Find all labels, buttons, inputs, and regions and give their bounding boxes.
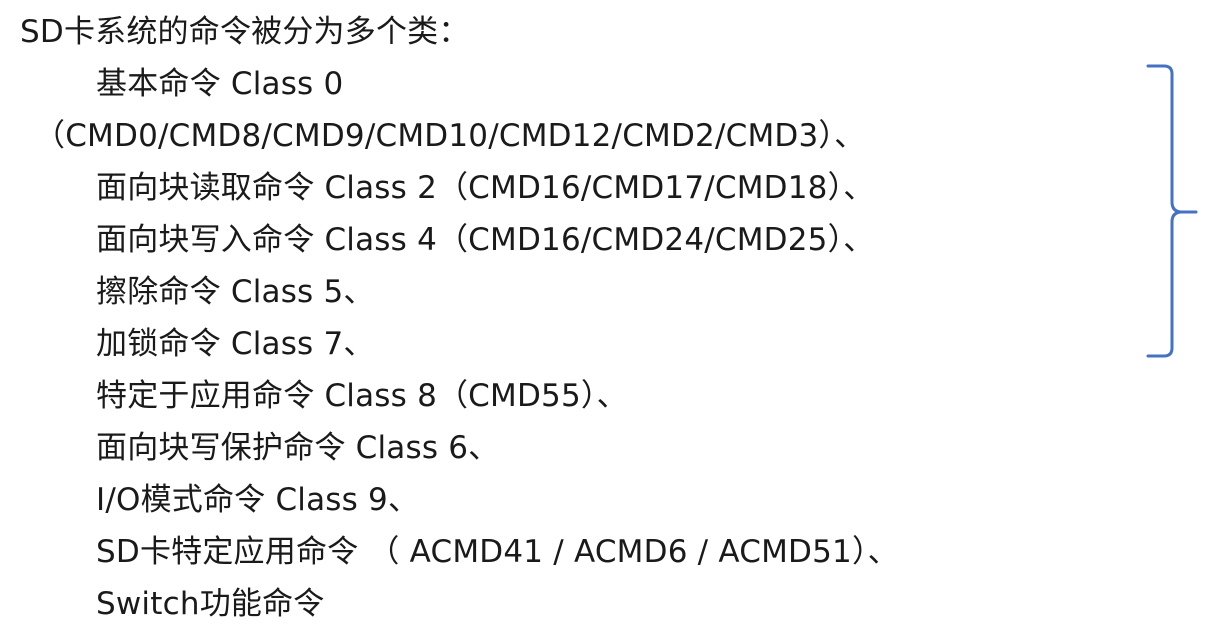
right-curly-brace-icon [1146, 64, 1198, 358]
list-item-class-4: 面向块写入命令 Class 4（CMD16/CMD24/CMD25）、 [96, 222, 875, 258]
list-item-class-9: I/O模式命令 Class 9、 [96, 482, 420, 518]
list-item-class-5: 擦除命令 Class 5、 [96, 274, 375, 310]
list-item-class-0: 基本命令 Class 0 [96, 66, 344, 102]
slide: SD卡系统的命令被分为多个类： 基本命令 Class 0 （CMD0/CMD8/… [0, 0, 1223, 644]
list-item-sd-specific: SD卡特定应用命令 （ ACMD41 / ACMD6 / ACMD51）、 [96, 534, 899, 570]
list-item-class-6: 面向块写保护命令 Class 6、 [96, 430, 500, 466]
list-item-class-8: 特定于应用命令 Class 8（CMD55）、 [96, 378, 628, 414]
list-item-class-0-commands: （CMD0/CMD8/CMD9/CMD10/CMD12/CMD2/CMD3）、 [34, 118, 866, 154]
slide-heading: SD卡系统的命令被分为多个类： [20, 14, 470, 50]
list-item-class-2: 面向块读取命令 Class 2（CMD16/CMD17/CMD18）、 [96, 170, 875, 206]
list-item-class-7: 加锁命令 Class 7、 [96, 326, 375, 362]
list-item-switch: Switch功能命令 [96, 586, 325, 622]
